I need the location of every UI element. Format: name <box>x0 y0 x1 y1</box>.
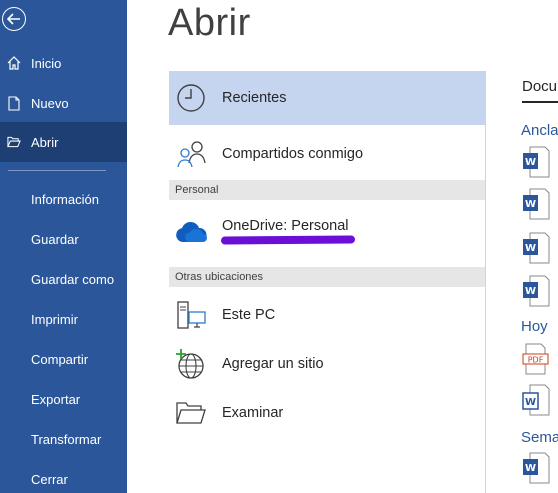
word-document-icon[interactable]: W <box>522 452 550 484</box>
sidebar-item-abrir[interactable]: Abrir <box>0 122 127 162</box>
word-document-icon[interactable]: W <box>522 275 550 307</box>
documents-tab-underline <box>522 101 558 103</box>
sidebar-item-label: Inicio <box>31 55 62 71</box>
word-document-icon[interactable]: W <box>522 384 550 416</box>
sidebar-item-compartir[interactable]: Compartir <box>0 340 127 378</box>
sidebar-item-transformar[interactable]: Transformar <box>0 420 127 458</box>
sidebar-item-label: Compartir <box>31 351 89 367</box>
sidebar-item-imprimir[interactable]: Imprimir <box>0 300 127 338</box>
computer-icon <box>169 300 213 330</box>
home-icon <box>7 55 21 71</box>
redacted-account-mark <box>220 235 356 245</box>
svg-text:W: W <box>525 243 536 254</box>
sidebar-item-label: Nuevo <box>31 95 69 111</box>
sidebar-item-guardar[interactable]: Guardar <box>0 220 127 258</box>
sidebar-item-label: Cerrar <box>31 471 68 487</box>
sidebar-item-label: Guardar como <box>31 271 115 287</box>
location-examinar[interactable]: Examinar <box>169 386 485 440</box>
sidebar-item-label: Abrir <box>31 134 59 150</box>
shared-people-icon <box>169 139 213 169</box>
location-onedrive[interactable]: OneDrive: Personal <box>169 202 485 264</box>
location-label: Agregar un sitio <box>222 356 324 372</box>
section-otras-ubicaciones: Otras ubicaciones <box>169 267 485 287</box>
pane-divider <box>485 71 486 493</box>
add-place-globe-icon <box>169 348 213 380</box>
svg-text:W: W <box>525 157 536 168</box>
new-document-icon <box>7 95 21 111</box>
svg-text:W: W <box>525 286 536 297</box>
pdf-document-icon[interactable]: PDF <box>522 343 550 375</box>
location-recientes[interactable]: Recientes <box>169 71 485 125</box>
svg-text:W: W <box>525 397 536 408</box>
sidebar-item-exportar[interactable]: Exportar <box>0 380 127 418</box>
location-label: Examinar <box>222 405 284 421</box>
svg-text:W: W <box>525 199 536 210</box>
sidebar-item-label: Transformar <box>31 431 102 447</box>
sidebar-item-label: Guardar <box>31 231 79 247</box>
word-document-icon[interactable]: W <box>522 188 550 220</box>
sidebar-item-label: Información <box>31 191 99 207</box>
sidebar-item-label: Exportar <box>31 391 81 407</box>
folder-open-icon <box>7 134 21 150</box>
clock-icon <box>169 83 213 113</box>
location-label: Recientes <box>222 90 287 106</box>
svg-text:PDF: PDF <box>528 356 544 365</box>
sidebar-item-informacion[interactable]: Información <box>0 180 127 218</box>
sidebar-item-cerrar[interactable]: Cerrar <box>0 460 127 493</box>
group-today-label: Hoy <box>521 318 548 335</box>
sidebar-item-label: Imprimir <box>31 311 78 327</box>
sidebar-item-nuevo[interactable]: Nuevo <box>0 84 127 122</box>
onedrive-cloud-icon <box>169 222 213 244</box>
folder-icon <box>169 401 213 425</box>
sidebar-divider <box>8 170 106 171</box>
location-compartidos[interactable]: Compartidos conmigo <box>169 127 485 181</box>
group-pinned-label: Ancla <box>521 122 558 139</box>
section-personal: Personal <box>169 180 485 200</box>
sidebar-item-guardar-como[interactable]: Guardar como <box>0 260 127 298</box>
documents-tab[interactable]: Docu <box>522 78 557 95</box>
word-document-icon[interactable]: W <box>522 232 550 264</box>
location-este-pc[interactable]: Este PC <box>169 288 485 342</box>
location-label: OneDrive: Personal <box>222 218 349 234</box>
group-week-label: Sema <box>521 429 558 446</box>
location-label: Este PC <box>222 307 276 323</box>
svg-text:W: W <box>525 463 536 474</box>
page-title: Abrir <box>168 2 251 44</box>
back-arrow-icon[interactable] <box>2 7 26 31</box>
backstage-sidebar: Inicio Nuevo Abrir Información Guardar G… <box>0 0 127 493</box>
location-agregar-sitio[interactable]: Agregar un sitio <box>169 337 485 391</box>
word-document-icon[interactable]: W <box>522 146 550 178</box>
location-label: Compartidos conmigo <box>222 146 364 162</box>
sidebar-item-inicio[interactable]: Inicio <box>0 44 127 82</box>
